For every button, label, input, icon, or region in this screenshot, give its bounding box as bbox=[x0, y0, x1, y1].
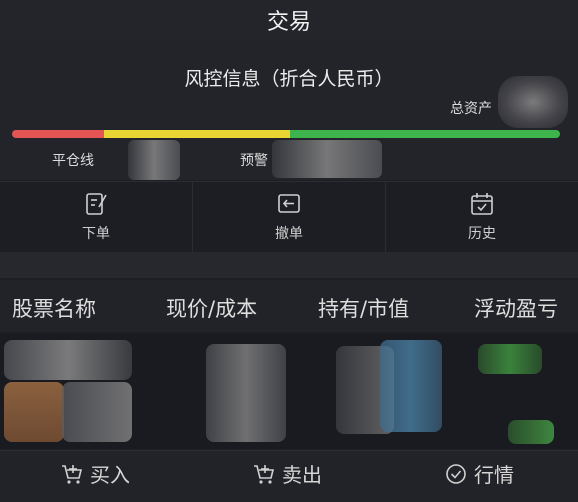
cancel-order-label: 撤单 bbox=[275, 226, 303, 242]
place-order-button[interactable]: 下单 bbox=[0, 182, 193, 252]
risk-bar-green-segment bbox=[290, 130, 560, 138]
market-button[interactable]: 行情 bbox=[444, 459, 514, 488]
sell-label: 卖出 bbox=[282, 463, 322, 487]
holdings-table-header: 股票名称 现价/成本 持有/市值 浮动盈亏 bbox=[0, 280, 578, 332]
history-button[interactable]: 历史 bbox=[386, 182, 578, 252]
history-label: 历史 bbox=[468, 226, 496, 242]
column-floating-pnl[interactable]: 浮动盈亏 bbox=[474, 293, 558, 323]
place-order-label: 下单 bbox=[82, 226, 110, 242]
cancel-order-icon bbox=[278, 194, 300, 213]
cart-buy-icon bbox=[62, 464, 83, 484]
calendar-history-icon bbox=[471, 193, 493, 215]
cancel-order-button[interactable]: 撤单 bbox=[193, 182, 386, 252]
column-stock-name[interactable]: 股票名称 bbox=[12, 293, 96, 323]
sell-button[interactable]: 卖出 bbox=[252, 459, 322, 488]
warning-line-label: 预警 bbox=[240, 153, 268, 169]
liquidation-value-redacted bbox=[128, 140, 180, 180]
redacted-holding-value-2 bbox=[380, 340, 442, 432]
redacted-stock-name bbox=[4, 340, 132, 380]
buy-button[interactable]: 买入 bbox=[60, 459, 130, 488]
risk-bar-red-segment bbox=[12, 130, 104, 138]
risk-level-bar bbox=[12, 130, 560, 138]
cart-sell-icon bbox=[254, 464, 275, 484]
market-label: 行情 bbox=[474, 463, 514, 487]
check-circle-icon bbox=[446, 463, 466, 484]
redacted-floating-pnl bbox=[478, 344, 542, 374]
page-title: 交易 bbox=[266, 10, 311, 35]
redacted-stock-code bbox=[4, 382, 64, 442]
app-header: 交易 bbox=[0, 0, 578, 40]
redacted-price-cost bbox=[206, 344, 286, 442]
section-divider bbox=[0, 252, 578, 278]
column-price-cost[interactable]: 现价/成本 bbox=[166, 293, 257, 323]
liquidation-line-label: 平仓线 bbox=[52, 153, 94, 169]
redacted-stock-name-2 bbox=[62, 382, 132, 442]
risk-title: 风控信息（折合人民币） bbox=[184, 68, 394, 90]
buy-label: 买入 bbox=[90, 463, 130, 487]
risk-bar-yellow-segment bbox=[104, 130, 290, 138]
warning-value-redacted bbox=[272, 140, 382, 178]
risk-panel: 风控信息（折合人民币） 总资产 平仓线 预警 bbox=[0, 40, 578, 180]
trade-actions: 下单 撤单 历史 bbox=[0, 181, 578, 252]
redacted-floating-pnl-2 bbox=[508, 420, 554, 444]
bottom-navigation: 买入 卖出 行情 bbox=[0, 450, 578, 502]
total-assets-value-redacted bbox=[498, 76, 568, 128]
total-assets-label: 总资产 bbox=[450, 101, 492, 117]
column-holding-value[interactable]: 持有/市值 bbox=[318, 293, 409, 323]
order-icon bbox=[86, 193, 107, 215]
holdings-list-redacted[interactable] bbox=[0, 334, 578, 449]
